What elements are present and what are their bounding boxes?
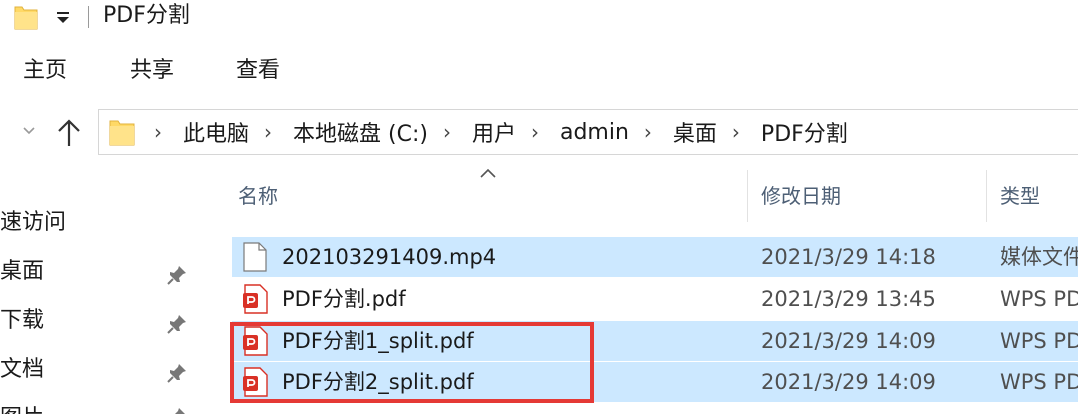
breadcrumb-separator: › <box>264 120 273 144</box>
file-modified: 2021/3/29 14:09 <box>761 370 936 394</box>
file-name: PDF分割1_split.pdf <box>282 329 474 353</box>
file-type: WPS PDF <box>1000 287 1078 311</box>
file-modified: 2021/3/29 13:45 <box>761 287 936 311</box>
column-header-type[interactable]: 类型 <box>1000 180 1040 212</box>
file-name: PDF分割.pdf <box>282 287 406 311</box>
file-type: WPS PDF <box>1000 329 1078 353</box>
breadcrumb-local-disk[interactable]: 本地磁盘 (C:) <box>293 116 428 148</box>
recent-locations-chevron-icon[interactable] <box>22 124 36 138</box>
breadcrumb-separator: › <box>530 120 539 144</box>
up-arrow-icon[interactable] <box>56 118 82 148</box>
breadcrumb-this-pc[interactable]: 此电脑 <box>183 116 249 148</box>
breadcrumb-separator: › <box>442 120 451 144</box>
column-header-modified[interactable]: 修改日期 <box>761 180 841 212</box>
address-bar[interactable]: › 此电脑 › 本地磁盘 (C:) › 用户 › admin › 桌面 › PD… <box>98 109 1078 155</box>
tab-view[interactable]: 查看 <box>236 56 280 86</box>
nav-item-quick-access[interactable]: 速访问 <box>0 208 66 238</box>
file-type: 媒体文件 <box>1000 245 1078 269</box>
file-modified: 2021/3/29 14:09 <box>761 329 936 353</box>
folder-icon <box>14 6 38 30</box>
pin-icon[interactable] <box>166 406 188 414</box>
file-row[interactable]: PDF分割.pdf 2021/3/29 13:45 WPS PDF <box>232 279 1078 319</box>
breadcrumb-users[interactable]: 用户 <box>472 116 516 148</box>
file-type: WPS PDF <box>1000 370 1078 394</box>
nav-item-pictures[interactable]: 图片 <box>0 404 44 414</box>
pin-icon[interactable] <box>166 313 188 335</box>
file-name: 202103291409.mp4 <box>282 245 497 269</box>
pdf-file-icon <box>243 284 268 314</box>
breadcrumb-pdf-split[interactable]: PDF分割 <box>761 116 848 148</box>
pin-icon[interactable] <box>166 264 188 286</box>
file-name: PDF分割2_split.pdf <box>282 370 474 394</box>
navigation-pane: 速访问 桌面 下载 文档 图片 <box>0 190 200 414</box>
pdf-file-icon <box>243 367 268 397</box>
column-divider[interactable] <box>986 170 987 222</box>
breadcrumb-desktop[interactable]: 桌面 <box>673 116 717 148</box>
title-separator <box>88 6 89 28</box>
nav-item-documents[interactable]: 文档 <box>0 355 44 385</box>
tab-share[interactable]: 共享 <box>130 56 174 86</box>
tab-home[interactable]: 主页 <box>23 56 67 86</box>
file-row[interactable]: 202103291409.mp4 2021/3/29 14:18 媒体文件 <box>232 237 1078 277</box>
file-row[interactable]: PDF分割1_split.pdf 2021/3/29 14:09 WPS PDF <box>232 321 1078 361</box>
breadcrumb-separator: › <box>154 120 162 144</box>
sort-ascending-icon <box>480 168 496 178</box>
file-modified: 2021/3/29 14:18 <box>761 245 936 269</box>
window-title: PDF分割 <box>103 3 190 28</box>
breadcrumb-admin[interactable]: admin <box>560 120 629 145</box>
file-row[interactable]: PDF分割2_split.pdf 2021/3/29 14:09 WPS PDF <box>232 362 1078 402</box>
breadcrumb: › 此电脑 › 本地磁盘 (C:) › 用户 › admin › 桌面 › PD… <box>139 110 848 154</box>
folder-icon <box>109 120 135 146</box>
breadcrumb-separator: › <box>643 120 652 144</box>
title-bar: PDF分割 <box>0 0 1078 36</box>
video-file-icon <box>243 242 267 272</box>
ribbon-tabs: 主页 共享 查看 <box>0 52 1078 92</box>
nav-item-desktop[interactable]: 桌面 <box>0 257 44 287</box>
breadcrumb-separator: › <box>731 120 740 144</box>
pdf-file-icon <box>243 326 268 356</box>
column-header-name[interactable]: 名称 <box>238 180 278 212</box>
quick-access-dropdown-icon[interactable] <box>55 10 71 26</box>
nav-item-downloads[interactable]: 下载 <box>0 306 44 336</box>
pin-icon[interactable] <box>166 362 188 384</box>
column-divider[interactable] <box>747 170 748 222</box>
